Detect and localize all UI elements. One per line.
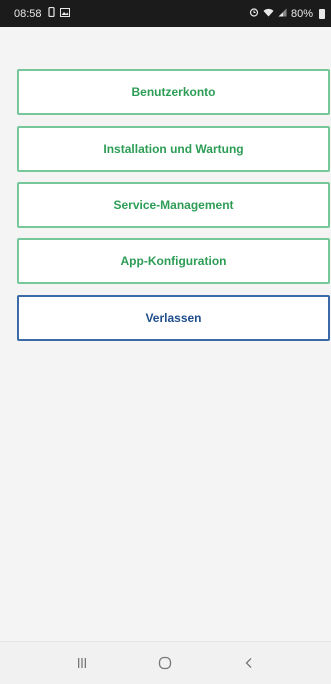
- app-konfiguration-button[interactable]: App-Konfiguration: [17, 238, 330, 284]
- battery-icon: [319, 8, 325, 19]
- service-management-button[interactable]: Service-Management: [17, 182, 330, 228]
- menu-button-label: App-Konfiguration: [120, 254, 227, 268]
- image-icon: [59, 7, 70, 20]
- menu-button-label: Service-Management: [113, 198, 234, 212]
- menu-button-label: Verlassen: [145, 311, 202, 325]
- wifi-icon: [263, 8, 274, 20]
- main-menu: Benutzerkonto Installation und Wartung S…: [0, 27, 331, 641]
- recent-apps-icon[interactable]: [62, 648, 102, 678]
- benutzerkonto-button[interactable]: Benutzerkonto: [17, 69, 330, 115]
- alarm-icon: [249, 7, 259, 20]
- battery-percent: 80%: [290, 7, 313, 20]
- phone-vibrate-icon: [47, 6, 55, 20]
- installation-und-wartung-button[interactable]: Installation und Wartung: [17, 126, 330, 172]
- status-time: 08:58: [14, 7, 42, 20]
- verlassen-button[interactable]: Verlassen: [17, 295, 330, 341]
- menu-button-label: Installation und Wartung: [103, 142, 244, 156]
- status-right-group: 80%: [249, 7, 325, 20]
- back-icon[interactable]: [229, 648, 269, 678]
- home-icon[interactable]: [145, 648, 185, 678]
- status-bar: 08:58 80%: [0, 0, 331, 27]
- menu-button-label: Benutzerkonto: [131, 85, 216, 99]
- navigation-bar: [0, 641, 331, 684]
- signal-icon: [278, 8, 287, 20]
